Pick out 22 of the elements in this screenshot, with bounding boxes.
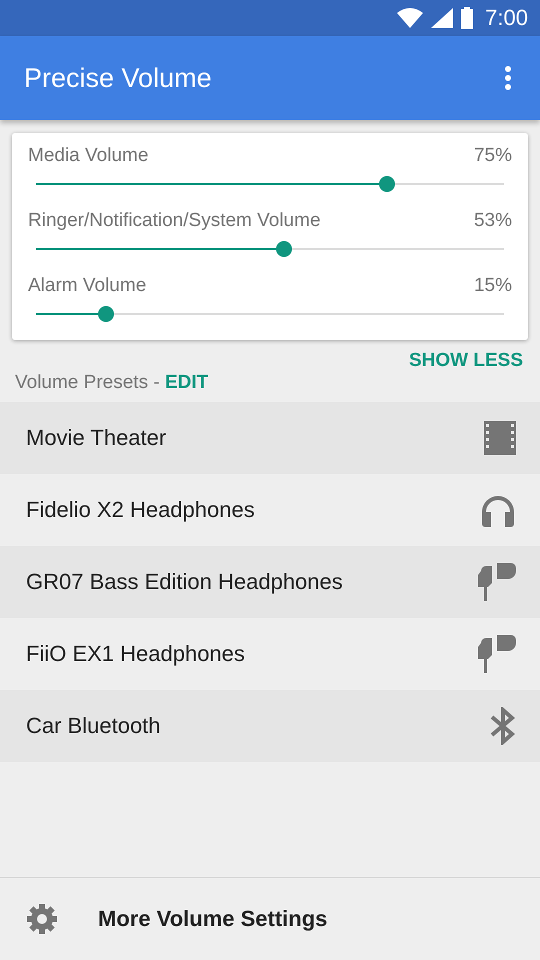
volume-percent: 15% bbox=[474, 275, 512, 297]
settings-icon bbox=[26, 903, 58, 935]
preset-item[interactable]: GR07 Bass Edition Headphones bbox=[0, 546, 540, 618]
volume-label: Ringer/Notification/System Volume bbox=[28, 210, 321, 232]
wifi-icon bbox=[397, 8, 424, 28]
volume-label: Media Volume bbox=[28, 145, 148, 167]
status-time: 7:00 bbox=[485, 5, 528, 31]
presets-header: Volume Presets - bbox=[15, 372, 161, 394]
earbud-icon bbox=[478, 563, 516, 601]
film-icon bbox=[484, 421, 516, 455]
settings-bar[interactable]: More Volume Settings bbox=[0, 877, 540, 960]
volume-label: Alarm Volume bbox=[28, 275, 146, 297]
more-options-icon[interactable] bbox=[504, 66, 512, 90]
preset-item[interactable]: Car Bluetooth bbox=[0, 690, 540, 762]
preset-item[interactable]: Movie Theater bbox=[0, 402, 540, 474]
earbud-icon bbox=[478, 635, 516, 673]
battery-icon bbox=[461, 7, 474, 29]
app-title: Precise Volume bbox=[24, 62, 212, 94]
bluetooth-icon bbox=[490, 707, 516, 745]
volume-percent: 53% bbox=[474, 210, 512, 232]
volume-percent: 75% bbox=[474, 145, 512, 167]
signal-icon bbox=[431, 8, 454, 28]
